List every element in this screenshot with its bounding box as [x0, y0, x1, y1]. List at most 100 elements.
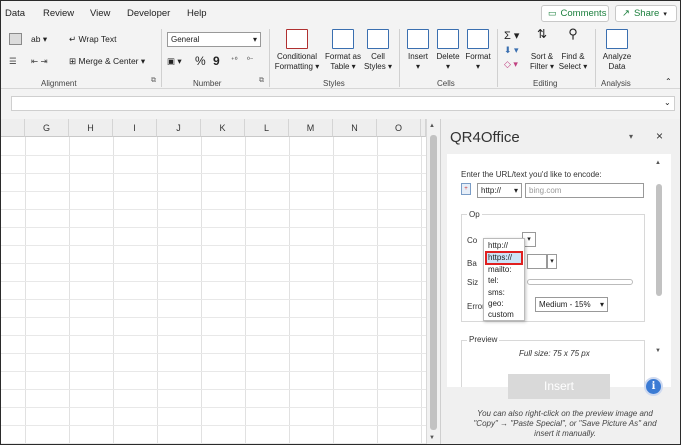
pane-options-icon[interactable]: ▾: [629, 132, 633, 141]
protocol-option-sms[interactable]: sms:: [488, 288, 505, 297]
background-label: Ba: [467, 259, 477, 268]
column-header-o[interactable]: O: [377, 119, 421, 137]
column-header-m[interactable]: M: [289, 119, 333, 137]
comma-button[interactable]: 9: [213, 54, 220, 68]
format-cells-button[interactable]: Format ▾: [463, 29, 493, 72]
gridline-horizontal: [1, 209, 426, 210]
conditional-label-2: Formatting ▾: [274, 62, 320, 71]
error-correction-select[interactable]: Medium - 15% ▾: [535, 297, 608, 312]
autosum-icon[interactable]: Σ ▾: [504, 29, 519, 42]
find-select-button[interactable]: ⚲ Find & Select ▾: [557, 26, 589, 72]
protocol-select[interactable]: http:// ▾: [477, 183, 522, 198]
background-color-swatch[interactable]: [527, 254, 547, 269]
scroll-down-icon[interactable]: ▼: [429, 435, 435, 441]
comments-button[interactable]: ▭ Comments: [541, 5, 609, 22]
insert-cells-icon: [407, 29, 429, 49]
scroll-thumb[interactable]: [430, 135, 437, 430]
menu-view[interactable]: View: [90, 8, 110, 19]
gridline-horizontal: [1, 389, 426, 390]
orientation-icon[interactable]: ab ▾: [31, 34, 47, 45]
format-table-label-2: Table ▾: [330, 62, 356, 71]
sheet-vertical-scrollbar[interactable]: ▲ ▼: [426, 119, 440, 444]
formula-bar: ⌄: [1, 90, 680, 116]
cell-styles-label-2: Styles ▾: [363, 62, 393, 71]
analyze-data-button[interactable]: Analyze Data: [599, 29, 635, 72]
format-as-table-button[interactable]: Format as Table ▾: [323, 29, 363, 72]
percent-button[interactable]: %: [195, 54, 206, 68]
currency-icon[interactable]: ▣ ▾: [167, 56, 182, 67]
sort-filter-button[interactable]: ⇅ Sort & Filter ▾: [527, 27, 557, 72]
gridline-horizontal: [1, 335, 426, 336]
alignment-launcher-icon[interactable]: ⧉: [151, 77, 156, 85]
share-button[interactable]: ↗ Share ▾: [615, 5, 677, 22]
indent-icons[interactable]: ⇤ ⇥: [31, 56, 48, 67]
gridline-horizontal: [1, 245, 426, 246]
fill-icon[interactable]: ⬇ ▾: [504, 45, 519, 56]
pane-vertical-scrollbar[interactable]: ▲ ▼: [655, 160, 663, 355]
wrap-text-button[interactable]: ↵ Wrap Text: [69, 34, 116, 45]
formula-input[interactable]: [11, 96, 675, 111]
url-placeholder: bing.com: [529, 186, 562, 195]
increase-decimal-icon[interactable]: ⁺⁰: [231, 56, 238, 64]
close-icon[interactable]: ×: [656, 129, 663, 143]
qr-type-icon[interactable]: +: [461, 183, 471, 195]
collapse-ribbon-icon[interactable]: ⌃: [665, 77, 672, 86]
conditional-formatting-button[interactable]: Conditional Formatting ▾: [273, 29, 321, 72]
column-header-h[interactable]: H: [69, 119, 113, 137]
merge-center-label: Merge & Center: [78, 56, 139, 66]
menu-data[interactable]: Data: [5, 8, 25, 19]
info-icon[interactable]: i: [644, 377, 663, 396]
menu-help[interactable]: Help: [187, 8, 207, 19]
protocol-option-geo[interactable]: geo:: [488, 299, 504, 308]
gridline-vertical: [377, 137, 378, 444]
column-header-g[interactable]: G: [25, 119, 69, 137]
share-label: Share: [633, 8, 660, 19]
comment-icon: ▭: [548, 8, 557, 18]
cell-styles-button[interactable]: Cell Styles ▾: [363, 29, 393, 72]
number-format-select[interactable]: General ▾: [167, 32, 261, 47]
menu-developer[interactable]: Developer: [127, 8, 170, 19]
decrease-decimal-icon[interactable]: ⁰⁻: [247, 56, 254, 64]
alignment-group-label: Alignment: [41, 79, 77, 88]
chevron-down-icon[interactable]: ▾: [547, 254, 557, 269]
merge-center-button[interactable]: ⊞ Merge & Center ▾: [69, 56, 145, 67]
scroll-up-icon[interactable]: ▲: [429, 123, 435, 129]
protocol-option-tel[interactable]: tel:: [488, 276, 499, 285]
pane-scroll-thumb[interactable]: [656, 184, 662, 296]
column-header-partial[interactable]: [1, 119, 25, 137]
protocol-option-mailto[interactable]: mailto:: [488, 265, 512, 274]
divider: [269, 29, 270, 87]
insert-button[interactable]: Insert: [508, 374, 610, 399]
spreadsheet-grid[interactable]: G H I J K L M N O: [1, 119, 426, 444]
comments-label: Comments: [560, 8, 607, 19]
conditional-label-1: Conditional: [276, 52, 318, 61]
protocol-option-custom[interactable]: custom: [488, 310, 514, 319]
size-slider[interactable]: [527, 279, 633, 285]
search-icon: ⚲: [568, 26, 578, 41]
protocol-option-https[interactable]: https://: [488, 253, 512, 262]
chevron-down-icon: ▾: [475, 62, 480, 71]
url-input[interactable]: bing.com: [525, 183, 644, 198]
wrap-text-label: Wrap Text: [78, 34, 117, 44]
scroll-down-icon[interactable]: ▼: [655, 348, 661, 354]
column-header-n[interactable]: N: [333, 119, 377, 137]
align-left-icon[interactable]: [9, 33, 22, 45]
scroll-up-icon[interactable]: ▲: [655, 160, 661, 166]
expand-formula-icon[interactable]: ⌄: [664, 98, 671, 107]
column-header-l[interactable]: L: [245, 119, 289, 137]
pane-title: QR4Office: [450, 129, 520, 146]
clear-icon[interactable]: ◇ ▾: [504, 59, 518, 70]
align-justify-icon[interactable]: ☰: [9, 56, 17, 67]
sort-filter-icon: ⇅: [536, 27, 548, 41]
table-icon: [332, 29, 354, 49]
column-header-j[interactable]: J: [157, 119, 201, 137]
protocol-option-http[interactable]: http://: [488, 241, 508, 250]
number-launcher-icon[interactable]: ⧉: [259, 77, 264, 85]
column-header-i[interactable]: I: [113, 119, 157, 137]
delete-cells-button[interactable]: Delete ▾: [433, 29, 463, 72]
column-header-k[interactable]: K: [201, 119, 245, 137]
insert-cells-button[interactable]: Insert ▾: [403, 29, 433, 72]
gridline-vertical: [289, 137, 290, 444]
menu-review[interactable]: Review: [43, 8, 74, 19]
gridline-vertical: [421, 137, 422, 444]
